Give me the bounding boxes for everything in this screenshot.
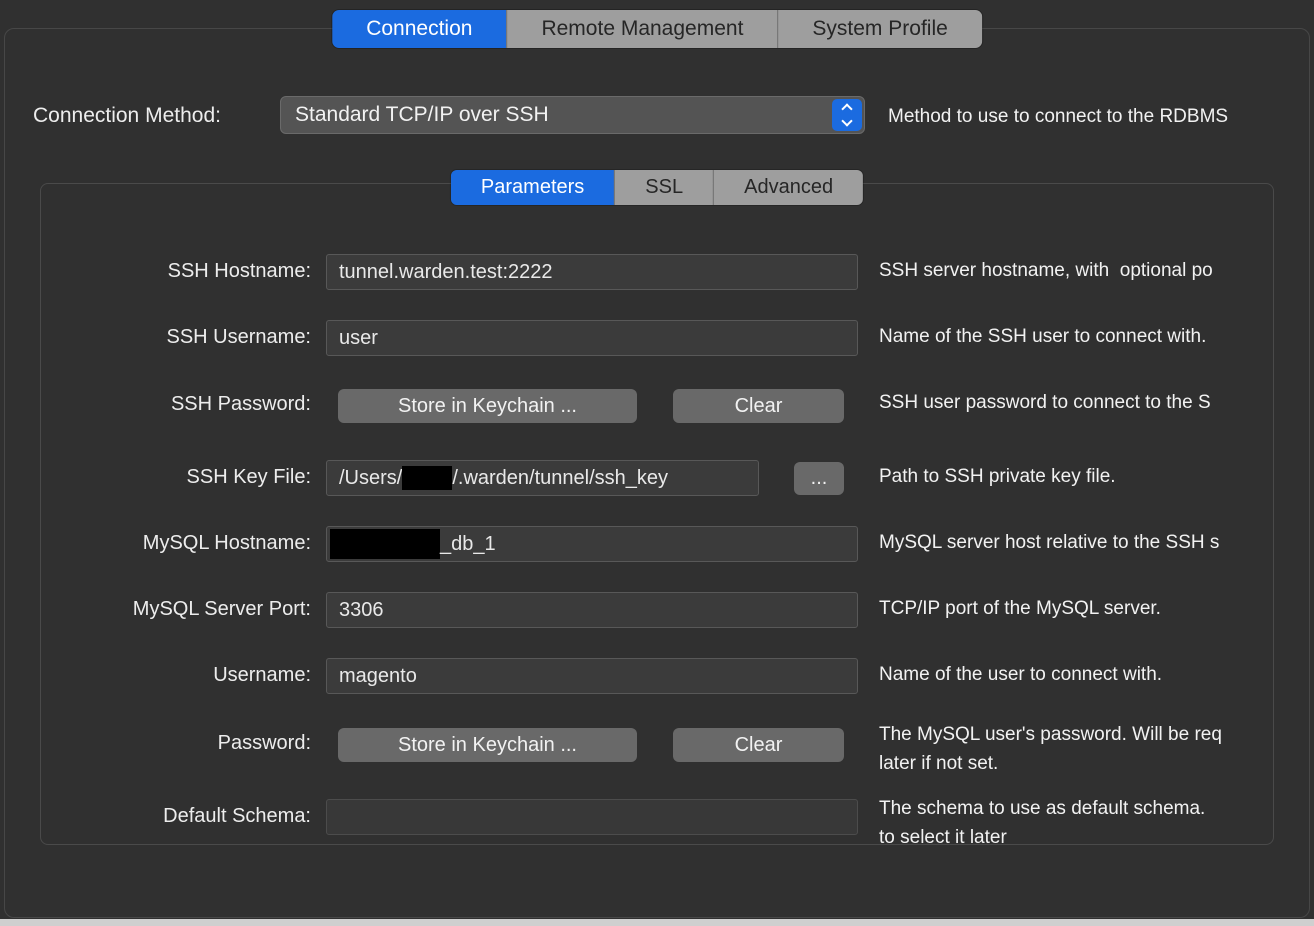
default-schema-label: Default Schema: [163,805,311,827]
tab-system-profile[interactable]: System Profile [777,10,982,48]
connection-method-select[interactable]: Standard TCP/IP over SSH [280,96,865,134]
mysql-hostname-input[interactable]: _db_1 [326,526,858,562]
redaction-box [330,529,440,559]
dropdown-stepper [832,99,862,131]
ssh-username-label: SSH Username: [166,326,312,348]
ssh-hostname-label: SSH Hostname: [167,260,311,282]
tab-connection[interactable]: Connection [332,10,507,48]
ssh-key-file-prefix: /Users/ [339,466,403,489]
password-label: Password: [217,732,311,754]
connection-method-value: Standard TCP/IP over SSH [295,103,549,126]
mysql-server-port-help: TCP/IP port of the MySQL server. [879,598,1161,619]
ssh-key-file-browse-button[interactable]: ... [794,462,844,495]
mysql-hostname-suffix: _db_1 [440,532,496,555]
main-tabbar: Connection Remote Management System Prof… [332,10,982,48]
ssh-key-file-suffix: /.warden/tunnel/ssh_key [452,466,669,489]
password-help: The MySQL user's password. Will be req l… [879,724,1222,774]
connection-method-help: Method to use to connect to the RDBMS [888,106,1229,127]
chevron-up-icon [841,103,853,115]
ssh-key-file-label: SSH Key File: [186,466,311,488]
bottom-strip [0,919,1314,926]
username-input[interactable] [326,658,858,694]
parameters-panel: SSH Hostname: SSH server hostname, with … [40,183,1274,845]
tab-ssl[interactable]: SSL [614,170,714,205]
chevron-down-icon [841,115,853,127]
ssh-password-clear-button[interactable]: Clear [673,389,844,423]
redaction-box [402,466,453,490]
tab-remote-management[interactable]: Remote Management [506,10,778,48]
password-store-keychain-button[interactable]: Store in Keychain ... [338,728,637,762]
ssh-hostname-input[interactable] [326,254,858,290]
username-label: Username: [213,664,311,686]
username-help: Name of the user to connect with. [879,664,1163,685]
password-clear-button[interactable]: Clear [673,728,844,762]
ssh-key-file-input[interactable]: /Users/ /.warden/tunnel/ssh_key [326,460,759,496]
default-schema-help: The schema to use as default schema. to … [879,798,1206,845]
connection-method-label: Connection Method: [33,104,221,127]
ssh-password-label: SSH Password: [170,393,311,415]
mysql-server-port-input[interactable] [326,592,858,628]
tab-advanced[interactable]: Advanced [713,170,864,205]
mysql-hostname-help: MySQL server host relative to the SSH s [879,532,1220,553]
mysql-server-port-label: MySQL Server Port: [132,598,311,620]
ssh-password-store-keychain-button[interactable]: Store in Keychain ... [338,389,637,423]
mysql-hostname-label: MySQL Hostname: [142,532,311,554]
ssh-username-help: Name of the SSH user to connect with. [879,326,1207,347]
ssh-password-help: SSH user password to connect to the S [879,392,1211,413]
parameters-tabbar: Parameters SSL Advanced [450,170,864,205]
tab-parameters[interactable]: Parameters [450,170,615,205]
ssh-hostname-help: SSH server hostname, with optional po [879,260,1213,281]
default-schema-input[interactable] [326,799,858,835]
ssh-username-input[interactable] [326,320,858,356]
ssh-key-file-help: Path to SSH private key file. [879,466,1116,487]
